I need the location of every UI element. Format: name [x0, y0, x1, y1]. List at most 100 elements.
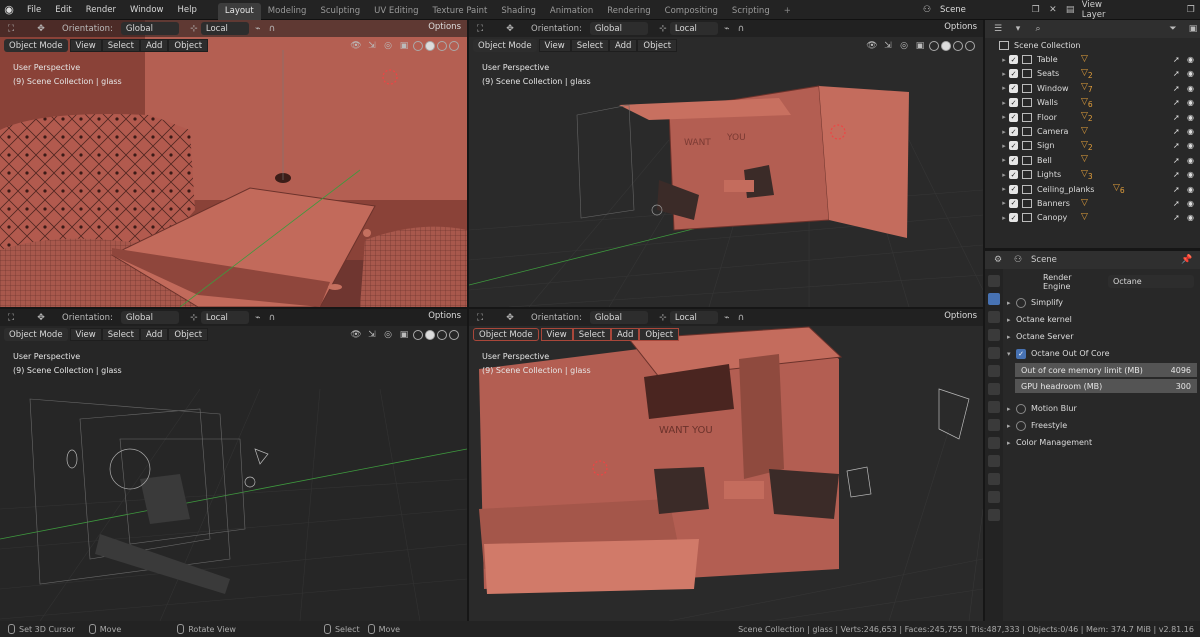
- outliner-item[interactable]: ▸ ✓ Ceiling_planks ▽6 ➚ ◉: [985, 182, 1200, 196]
- expand-arrow-icon[interactable]: ▸: [999, 84, 1009, 92]
- object-menu[interactable]: Object: [168, 39, 209, 52]
- checkbox-checked-icon[interactable]: ✓: [1009, 55, 1018, 65]
- select-arrow-icon[interactable]: ➚: [1173, 113, 1180, 122]
- pivot-dropdown[interactable]: Local: [200, 22, 249, 35]
- proportional-edit-icon[interactable]: ∩: [734, 311, 748, 325]
- pivot-icon[interactable]: ⊹: [187, 311, 201, 325]
- scene-name[interactable]: Scene: [940, 5, 966, 15]
- overlay-icon[interactable]: ◎: [381, 39, 395, 53]
- tab-uv-editing[interactable]: UV Editing: [367, 3, 425, 20]
- object-tab-icon[interactable]: [988, 383, 1000, 395]
- select-menu[interactable]: Select: [572, 328, 611, 341]
- eye-icon[interactable]: ◉: [1187, 213, 1194, 222]
- render-tab-icon[interactable]: [988, 293, 1000, 305]
- tab-rendering[interactable]: Rendering: [600, 3, 657, 20]
- eye-icon[interactable]: ◉: [1187, 55, 1194, 64]
- pin-icon[interactable]: 📌: [1180, 253, 1194, 267]
- view-menu[interactable]: View: [69, 39, 102, 52]
- select-arrow-icon[interactable]: ➚: [1173, 170, 1180, 179]
- pivot-dropdown[interactable]: Local: [669, 22, 718, 35]
- expand-arrow-icon[interactable]: ▸: [999, 99, 1009, 107]
- new-collection-icon[interactable]: ▣: [1186, 22, 1200, 36]
- expand-arrow-icon[interactable]: ▸: [999, 171, 1009, 179]
- toggle-circle-icon[interactable]: [1016, 297, 1026, 308]
- outliner-item[interactable]: ▸ ✓ Lights ▽3 ➚ ◉: [985, 168, 1200, 182]
- checkbox-checked-icon[interactable]: ✓: [1009, 184, 1018, 194]
- expand-arrow-icon[interactable]: ▸: [999, 185, 1009, 193]
- outliner-item[interactable]: ▸ ✓ Camera ▽ ➚ ◉: [985, 124, 1200, 138]
- outliner-item[interactable]: ▸ ✓ Floor ▽2 ➚ ◉: [985, 110, 1200, 124]
- snap-icon[interactable]: ⌁: [720, 311, 734, 325]
- tab-compositing[interactable]: Compositing: [658, 3, 725, 20]
- rendered-shading-icon[interactable]: [449, 40, 459, 51]
- eye-icon[interactable]: ◉: [1187, 156, 1194, 165]
- wireframe-shading-icon[interactable]: [413, 40, 423, 51]
- solid-shading-icon[interactable]: [425, 329, 435, 340]
- select-arrow-icon[interactable]: ➚: [1173, 213, 1180, 222]
- tab-scripting[interactable]: Scripting: [725, 3, 777, 20]
- object-mode-dropdown[interactable]: Object Mode: [473, 328, 539, 341]
- pivot-dropdown[interactable]: Local: [669, 311, 718, 324]
- select-arrow-icon[interactable]: ➚: [1173, 185, 1180, 194]
- outliner-item[interactable]: ▸ ✓ Sign ▽2 ➚ ◉: [985, 139, 1200, 153]
- material-shading-icon[interactable]: [437, 40, 447, 51]
- expand-arrow-icon[interactable]: ▸: [999, 56, 1009, 64]
- rendered-shading-icon[interactable]: [449, 329, 459, 340]
- expand-arrow-icon[interactable]: ▸: [999, 156, 1009, 164]
- eye-icon[interactable]: ◉: [1187, 127, 1194, 136]
- visibility-icon[interactable]: 👁: [865, 39, 879, 53]
- overlay-icon[interactable]: ◎: [381, 328, 395, 342]
- tool-tab-icon[interactable]: [988, 275, 1000, 287]
- outliner-item[interactable]: ▸ ✓ Seats ▽2 ➚ ◉: [985, 67, 1200, 81]
- scene-selector[interactable]: ⚇ Scene: [920, 0, 966, 20]
- checkbox-checked-icon[interactable]: ✓: [1009, 69, 1018, 79]
- outliner-item[interactable]: ▸ ✓ Canopy ▽ ➚ ◉: [985, 211, 1200, 225]
- select-menu[interactable]: Select: [570, 39, 609, 52]
- tab-layout[interactable]: Layout: [217, 2, 261, 20]
- menu-file[interactable]: File: [20, 0, 48, 20]
- rendered-shading-icon[interactable]: [965, 40, 975, 51]
- outliner-item[interactable]: ▸ ✓ Table ▽ ➚ ◉: [985, 52, 1200, 66]
- checkbox-checked-icon[interactable]: ✓: [1009, 83, 1018, 93]
- menu-help[interactable]: Help: [170, 0, 203, 20]
- solid-shading-icon[interactable]: [941, 40, 951, 51]
- checkbox-checked-icon[interactable]: ✓: [1016, 348, 1026, 359]
- add-menu[interactable]: Add: [610, 328, 640, 341]
- options-dropdown[interactable]: Options: [428, 22, 461, 32]
- solid-shading-icon[interactable]: [425, 40, 435, 51]
- view-menu[interactable]: View: [69, 328, 102, 341]
- object-mode-dropdown[interactable]: Object Mode: [4, 39, 68, 52]
- outliner-editor-icon[interactable]: ☰: [991, 22, 1005, 36]
- add-menu[interactable]: Add: [139, 39, 169, 52]
- select-arrow-icon[interactable]: ➚: [1173, 199, 1180, 208]
- render-engine-dropdown[interactable]: Octane: [1107, 275, 1194, 288]
- select-arrow-icon[interactable]: ➚: [1173, 84, 1180, 93]
- expand-arrow-icon[interactable]: ▸: [999, 113, 1009, 121]
- expand-arrow-icon[interactable]: ▸: [999, 214, 1009, 222]
- checkbox-checked-icon[interactable]: ✓: [1009, 127, 1018, 137]
- visibility-icon[interactable]: 👁: [349, 39, 363, 53]
- view-menu[interactable]: View: [538, 39, 571, 52]
- transform-move-icon[interactable]: ✥: [34, 311, 48, 325]
- snap-icon[interactable]: ⌁: [251, 311, 265, 325]
- outliner-root[interactable]: Scene Collection: [985, 38, 1200, 52]
- display-mode-icon[interactable]: ▾: [1011, 22, 1025, 36]
- checkbox-checked-icon[interactable]: ✓: [1009, 155, 1018, 165]
- panel-octane-kernel[interactable]: ▸ Octane kernel: [1007, 311, 1196, 328]
- checkbox-checked-icon[interactable]: ✓: [1009, 112, 1018, 122]
- object-menu[interactable]: Object: [168, 328, 209, 341]
- texture-tab-icon[interactable]: [988, 509, 1000, 521]
- viewport-top-right[interactable]: WANT YOU ⛶ ✥ Orientation: Global ⊹ Local…: [469, 20, 983, 307]
- toggle-circle-icon[interactable]: [1016, 420, 1026, 431]
- tab-shading[interactable]: Shading: [494, 3, 543, 20]
- snap-icon[interactable]: ⌁: [251, 22, 265, 36]
- tab-modeling[interactable]: Modeling: [261, 3, 314, 20]
- object-mode-dropdown[interactable]: Object Mode: [4, 328, 68, 341]
- particles-tab-icon[interactable]: [988, 419, 1000, 431]
- copy-icon[interactable]: ❐: [1030, 3, 1041, 17]
- viewport-top-left[interactable]: ⛶ ✥ Orientation: Global ⊹ Local ⌁ ∩ Opti…: [0, 20, 467, 307]
- xray-icon[interactable]: ▣: [397, 39, 411, 53]
- select-arrow-icon[interactable]: ➚: [1173, 127, 1180, 136]
- editor-type-icon[interactable]: ⛶: [4, 311, 18, 325]
- eye-icon[interactable]: ◉: [1187, 199, 1194, 208]
